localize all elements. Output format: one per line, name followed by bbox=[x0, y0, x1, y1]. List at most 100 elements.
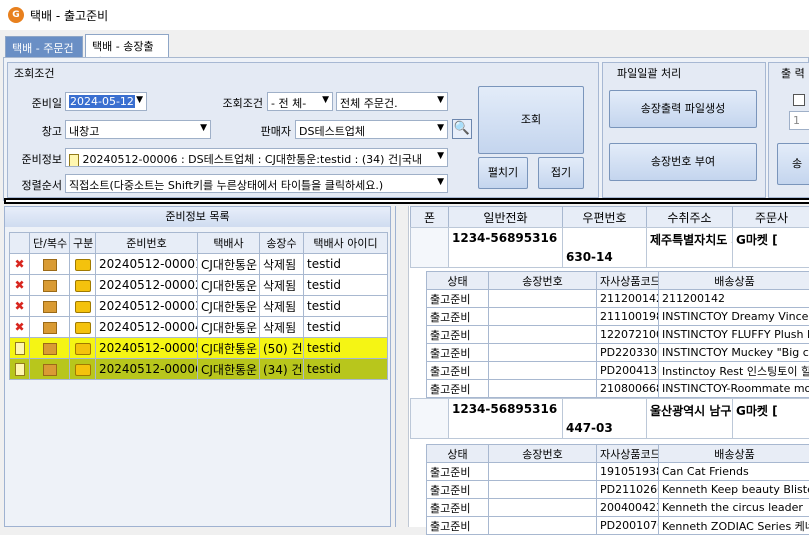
item-row[interactable]: 출고준비211200142211200142 bbox=[427, 290, 809, 308]
col-type[interactable]: 구분 bbox=[70, 233, 96, 254]
order-items-table: 상태 송장번호 자사상품코드 배송상품 출고준비191051938Can Cat… bbox=[426, 444, 809, 535]
sort-select[interactable]: 직접소트(다중소트는 Shift키를 누른상태에서 타이틀을 클릭하세요.) ▼ bbox=[65, 174, 448, 193]
table-row[interactable]: ✖ 20240512-00002 CJ대한통운 삭제됨 testid bbox=[10, 275, 388, 296]
delete-x-icon: ✖ bbox=[10, 275, 30, 296]
table-row[interactable]: ✖ 20240512-00001 CJ대한통운 삭제됨 testid bbox=[10, 254, 388, 275]
col-product[interactable]: 배송상품 bbox=[659, 272, 809, 290]
info-select[interactable]: 20240512-00006 : DS테스트업체 : CJ대한통운:testid… bbox=[65, 148, 448, 167]
print-count-field[interactable]: 1 bbox=[789, 111, 809, 130]
order-row[interactable]: 1234-56895316 447-03 울산광역시 남구 달동 G마켓 [ bbox=[410, 398, 809, 439]
order-detail-panel: 폰 일반전화 우편번호 수취주소 주문사 1234-56895316 630-1… bbox=[395, 206, 809, 527]
item-status: 출고준비 bbox=[427, 344, 489, 362]
item-product: Instinctoy Rest 인스팅토이 힐투 bbox=[659, 362, 809, 380]
table-row[interactable]: ✖ 20240512-00004 CJ대한통운 삭제됨 testid bbox=[10, 317, 388, 338]
col-product-code[interactable]: 자사상품코드 bbox=[597, 272, 659, 290]
expand-button[interactable]: 펼치기 bbox=[478, 157, 528, 189]
truck-icon bbox=[70, 275, 96, 296]
ready-date-picker[interactable]: 2024-05-12 ▼ bbox=[65, 92, 147, 111]
condition2-select[interactable]: 전체 주문건. ▼ bbox=[336, 92, 448, 111]
col-invoice-count[interactable]: 송장수 bbox=[260, 233, 304, 254]
phone bbox=[411, 399, 449, 439]
item-status: 출고준비 bbox=[427, 517, 489, 535]
item-row[interactable]: 출고준비PD21102600Kenneth Keep beauty Bliste… bbox=[427, 481, 809, 499]
delete-x-icon: ✖ bbox=[10, 317, 30, 338]
item-invoice bbox=[489, 481, 597, 499]
sort-label: 정렬순서 bbox=[10, 177, 62, 193]
document-icon bbox=[10, 338, 30, 359]
courier-id: testid bbox=[304, 275, 388, 296]
item-row[interactable]: 출고준비PD22033000INSTINCTOY Muckey "Big cel… bbox=[427, 344, 809, 362]
col-vendor[interactable]: 주문사 bbox=[733, 207, 809, 228]
search-button[interactable]: 조회 bbox=[478, 86, 584, 154]
package-icon bbox=[30, 317, 70, 338]
ready-number: 20240512-00002 bbox=[96, 275, 198, 296]
seller-select[interactable]: DS테스트업체 ▼ bbox=[295, 120, 448, 139]
ready-number: 20240512-00006 bbox=[96, 359, 198, 380]
item-status: 출고준비 bbox=[427, 326, 489, 344]
invoice-count: 삭제됨 bbox=[260, 317, 304, 338]
print-checkbox[interactable] bbox=[793, 94, 805, 106]
condition2-value: 전체 주문건. bbox=[340, 97, 398, 110]
tab-invoice-print[interactable]: 택배 - 송장출력 bbox=[85, 34, 169, 57]
app-logo-icon: G bbox=[8, 7, 24, 23]
collapse-button[interactable]: 접기 bbox=[538, 157, 584, 189]
col-ready-number[interactable]: 준비번호 bbox=[96, 233, 198, 254]
col-product[interactable]: 배송상품 bbox=[659, 445, 809, 463]
create-invoice-file-button[interactable]: 송장출력 파일생성 bbox=[609, 90, 757, 128]
print-button[interactable]: 송 bbox=[777, 143, 809, 185]
item-row[interactable]: 출고준비1220721002INSTINCTOY FLUFFY Plush Pe… bbox=[427, 326, 809, 344]
tab-orders[interactable]: 택배 - 주문건 bbox=[5, 36, 83, 57]
file-group-title: 파일일괄 처리 bbox=[617, 65, 681, 81]
col-status[interactable]: 상태 bbox=[427, 272, 489, 290]
col-address[interactable]: 수취주소 bbox=[647, 207, 733, 228]
table-row[interactable]: 20240512-00005 CJ대한통운 (50) 건 testid bbox=[10, 338, 388, 359]
item-row[interactable]: 출고준비210800668INSTINCTOY-Roommate monste bbox=[427, 380, 809, 398]
invoice-count: 삭제됨 bbox=[260, 254, 304, 275]
item-code: 191051938 bbox=[597, 463, 659, 481]
address: 울산광역시 남구 달동 bbox=[647, 399, 733, 439]
print-group: 출 력 1 송 bbox=[768, 62, 809, 198]
item-product: Kenneth Keep beauty Blister Ca bbox=[659, 481, 809, 499]
assign-invoice-number-button[interactable]: 송장번호 부여 bbox=[609, 143, 757, 181]
item-row[interactable]: 출고준비PD20010700Kenneth ZODIAC Series 케네스 bbox=[427, 517, 809, 535]
col-status[interactable]: 상태 bbox=[427, 445, 489, 463]
package-icon bbox=[30, 359, 70, 380]
item-row[interactable]: 출고준비PD20041300Instinctoy Rest 인스팅토이 힐투 bbox=[427, 362, 809, 380]
order-row[interactable]: 1234-56895316 630-14 제주특별자치도 제주· G마켓 [ bbox=[410, 227, 809, 268]
search-icon[interactable]: 🔍 bbox=[452, 119, 472, 139]
warehouse-value: 내창고 bbox=[69, 125, 99, 138]
col-courier-id[interactable]: 택배사 아이디 bbox=[304, 233, 388, 254]
query-area: 조회조건 준비일 2024-05-12 ▼ 조회조건 - 전 체- ▼ 전체 주… bbox=[3, 57, 809, 201]
chevron-down-icon: ▼ bbox=[437, 151, 444, 161]
item-invoice bbox=[489, 344, 597, 362]
condition-select[interactable]: - 전 체- ▼ bbox=[267, 92, 333, 111]
col-invoice-number[interactable]: 송장번호 bbox=[489, 272, 597, 290]
item-row[interactable]: 출고준비211100198INSTINCTOY Dreamy Vincent" … bbox=[427, 308, 809, 326]
window-title: 택배 - 출고준비 bbox=[30, 7, 108, 24]
ready-number: 20240512-00004 bbox=[96, 317, 198, 338]
title-bar: G 택배 - 출고준비 bbox=[0, 0, 809, 30]
order-header-table: 폰 일반전화 우편번호 수취주소 주문사 bbox=[410, 206, 809, 228]
col-select[interactable] bbox=[10, 233, 30, 254]
phone bbox=[411, 228, 449, 268]
courier: CJ대한통운 bbox=[198, 317, 260, 338]
invoice-count: 삭제됨 bbox=[260, 296, 304, 317]
col-phone[interactable]: 폰 bbox=[411, 207, 449, 228]
chevron-down-icon: ▼ bbox=[437, 177, 444, 187]
truck-icon bbox=[70, 296, 96, 317]
col-product-code[interactable]: 자사상품코드 bbox=[597, 445, 659, 463]
col-courier[interactable]: 택배사 bbox=[198, 233, 260, 254]
truck-icon bbox=[70, 317, 96, 338]
item-row[interactable]: 출고준비200400423Kenneth the circus leader bbox=[427, 499, 809, 517]
col-invoice-number[interactable]: 송장번호 bbox=[489, 445, 597, 463]
condition-value: - 전 체- bbox=[271, 97, 306, 110]
item-row[interactable]: 출고준비191051938Can Cat Friends bbox=[427, 463, 809, 481]
warehouse-select[interactable]: 내창고 ▼ bbox=[65, 120, 211, 139]
col-landline[interactable]: 일반전화 bbox=[449, 207, 563, 228]
col-single-multi[interactable]: 단/복수 bbox=[30, 233, 70, 254]
table-row-selected[interactable]: 20240512-00006 CJ대한통운 (34) 건 testid bbox=[10, 359, 388, 380]
col-zip[interactable]: 우편번호 bbox=[563, 207, 647, 228]
print-group-title: 출 력 bbox=[781, 65, 805, 81]
item-status: 출고준비 bbox=[427, 362, 489, 380]
table-row[interactable]: ✖ 20240512-00003 CJ대한통운 삭제됨 testid bbox=[10, 296, 388, 317]
